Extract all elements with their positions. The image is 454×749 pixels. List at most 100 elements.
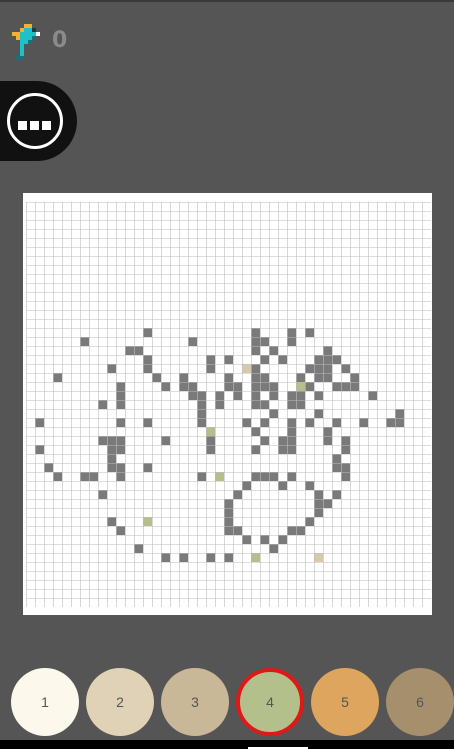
pixel-cell[interactable] <box>224 355 233 364</box>
pixel-cell[interactable] <box>314 409 323 418</box>
pixel-cell[interactable] <box>233 490 242 499</box>
pixel-cell[interactable] <box>287 418 296 427</box>
pixel-cell[interactable] <box>143 328 152 337</box>
pixel-cell[interactable] <box>260 436 269 445</box>
pixel-cell[interactable] <box>242 418 251 427</box>
pixel-cell[interactable] <box>314 355 323 364</box>
pixel-cell[interactable] <box>260 472 269 481</box>
pixel-cell[interactable] <box>80 337 89 346</box>
pixel-cell[interactable] <box>125 346 134 355</box>
pixel-cell[interactable] <box>116 526 125 535</box>
palette-swatch-2[interactable]: 2 <box>86 668 154 736</box>
pixel-cell[interactable] <box>53 373 62 382</box>
pixel-cell[interactable] <box>179 382 188 391</box>
pixel-cell[interactable] <box>323 373 332 382</box>
pixel-cell[interactable] <box>350 373 359 382</box>
pixel-cell[interactable] <box>224 526 233 535</box>
pixel-cell[interactable] <box>251 391 260 400</box>
pixel-cell[interactable] <box>323 346 332 355</box>
pixel-cell[interactable] <box>314 373 323 382</box>
pixel-cell[interactable] <box>386 418 395 427</box>
pixel-cell[interactable] <box>341 463 350 472</box>
pixel-cell[interactable] <box>107 436 116 445</box>
pixel-cell[interactable] <box>287 337 296 346</box>
pixel-cell[interactable] <box>143 517 152 526</box>
pixel-cell[interactable] <box>269 391 278 400</box>
pixel-cell[interactable] <box>224 517 233 526</box>
pixel-cell[interactable] <box>53 472 62 481</box>
pixel-cell[interactable] <box>116 472 125 481</box>
pixel-cell[interactable] <box>341 436 350 445</box>
pixel-cell[interactable] <box>242 535 251 544</box>
pixel-cell[interactable] <box>242 481 251 490</box>
pixel-cell[interactable] <box>161 436 170 445</box>
pixel-cell[interactable] <box>260 382 269 391</box>
pixel-cell[interactable] <box>179 553 188 562</box>
pixel-cell[interactable] <box>134 544 143 553</box>
pixel-cell[interactable] <box>206 445 215 454</box>
pixel-cell[interactable] <box>116 436 125 445</box>
pixel-cell[interactable] <box>134 346 143 355</box>
pixel-cell[interactable] <box>251 364 260 373</box>
pixel-cell[interactable] <box>395 409 404 418</box>
pixel-cell[interactable] <box>224 373 233 382</box>
pixel-cell[interactable] <box>323 436 332 445</box>
pixel-cell[interactable] <box>215 400 224 409</box>
pixel-cell[interactable] <box>107 454 116 463</box>
pixel-cell[interactable] <box>215 472 224 481</box>
pixel-cell[interactable] <box>332 490 341 499</box>
pixel-cell[interactable] <box>251 337 260 346</box>
pixel-cell[interactable] <box>296 526 305 535</box>
pixel-cell[interactable] <box>314 391 323 400</box>
pixel-cell[interactable] <box>116 382 125 391</box>
palette-swatch-6[interactable]: 6 <box>386 668 454 736</box>
pixel-grid[interactable] <box>26 202 431 607</box>
pixel-cell[interactable] <box>116 418 125 427</box>
pixel-cell[interactable] <box>269 382 278 391</box>
pixel-cell[interactable] <box>296 400 305 409</box>
pixel-cell[interactable] <box>161 382 170 391</box>
pixel-cell[interactable] <box>287 526 296 535</box>
pixel-cell[interactable] <box>251 400 260 409</box>
pixel-cell[interactable] <box>260 337 269 346</box>
pixel-cell[interactable] <box>314 508 323 517</box>
pixel-cell[interactable] <box>224 382 233 391</box>
pixel-canvas[interactable] <box>23 193 432 615</box>
pixel-cell[interactable] <box>206 553 215 562</box>
pixel-cell[interactable] <box>143 364 152 373</box>
pixel-cell[interactable] <box>323 427 332 436</box>
pixel-cell[interactable] <box>98 436 107 445</box>
pixel-cell[interactable] <box>323 355 332 364</box>
more-menu-button[interactable] <box>0 81 77 161</box>
pixel-cell[interactable] <box>296 391 305 400</box>
pixel-cell[interactable] <box>224 553 233 562</box>
pixel-cell[interactable] <box>152 373 161 382</box>
pixel-cell[interactable] <box>341 472 350 481</box>
pixel-cell[interactable] <box>251 445 260 454</box>
pixel-cell[interactable] <box>305 364 314 373</box>
pixel-cell[interactable] <box>143 463 152 472</box>
pixel-cell[interactable] <box>89 472 98 481</box>
palette-swatch-4[interactable]: 4 <box>236 668 304 736</box>
pixel-cell[interactable] <box>98 400 107 409</box>
pixel-cell[interactable] <box>287 328 296 337</box>
pixel-cell[interactable] <box>197 472 206 481</box>
pixel-cell[interactable] <box>332 355 341 364</box>
pixel-cell[interactable] <box>251 553 260 562</box>
pixel-cell[interactable] <box>296 382 305 391</box>
pixel-cell[interactable] <box>224 499 233 508</box>
pixel-cell[interactable] <box>107 445 116 454</box>
pixel-cell[interactable] <box>323 364 332 373</box>
pixel-cell[interactable] <box>143 418 152 427</box>
pixel-cell[interactable] <box>188 391 197 400</box>
pixel-cell[interactable] <box>242 364 251 373</box>
palette-swatch-5[interactable]: 5 <box>311 668 379 736</box>
pixel-cell[interactable] <box>323 499 332 508</box>
pixel-cell[interactable] <box>305 382 314 391</box>
pixel-cell[interactable] <box>287 391 296 400</box>
pixel-cell[interactable] <box>206 364 215 373</box>
pixel-cell[interactable] <box>359 418 368 427</box>
pixel-cell[interactable] <box>260 355 269 364</box>
pixel-cell[interactable] <box>224 508 233 517</box>
pixel-cell[interactable] <box>269 472 278 481</box>
